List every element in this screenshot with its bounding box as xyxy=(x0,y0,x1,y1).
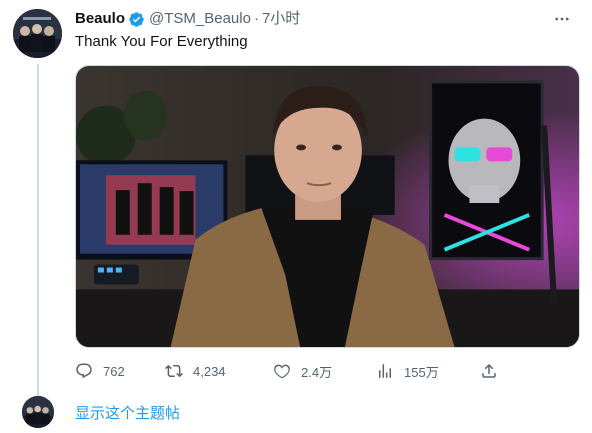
share-button[interactable] xyxy=(480,362,508,380)
verified-badge-icon xyxy=(128,11,145,28)
like-count: 2.4万 xyxy=(301,364,333,380)
share-icon xyxy=(482,363,496,378)
retweet-button[interactable]: 4,234 xyxy=(165,362,226,380)
like-icon xyxy=(274,364,290,379)
header-separator: · xyxy=(253,10,259,27)
author-handle[interactable]: @TSM_Beaulo xyxy=(149,9,251,29)
retweet-count: 4,234 xyxy=(193,363,226,379)
show-thread-link[interactable]: 显示这个主题帖 xyxy=(75,404,180,424)
tweet-text: Thank You For Everything xyxy=(75,33,248,50)
reply-icon xyxy=(76,363,92,379)
reply-count: 762 xyxy=(103,363,125,379)
views-icon xyxy=(379,364,391,378)
thread-avatar[interactable] xyxy=(22,396,54,428)
author-display-name[interactable]: Beaulo xyxy=(75,9,125,29)
reply-button[interactable]: 762 xyxy=(75,362,125,380)
like-button[interactable]: 2.4万 xyxy=(273,362,332,381)
thread-connector-line xyxy=(37,64,39,396)
views-count: 155万 xyxy=(404,364,439,380)
views-button[interactable]: 155万 xyxy=(376,362,439,381)
more-icon[interactable] xyxy=(552,9,572,29)
retweet-icon xyxy=(165,364,183,378)
author-avatar[interactable] xyxy=(13,9,62,58)
tweet-timestamp[interactable]: 7小时 xyxy=(262,9,300,29)
tweet-actions-bar: 762 4,234 2.4万 155万 xyxy=(75,360,505,382)
tweet-header: Beaulo @TSM_Beaulo · 7小时 xyxy=(75,9,572,29)
tweet-video-thumbnail[interactable] xyxy=(75,65,580,348)
